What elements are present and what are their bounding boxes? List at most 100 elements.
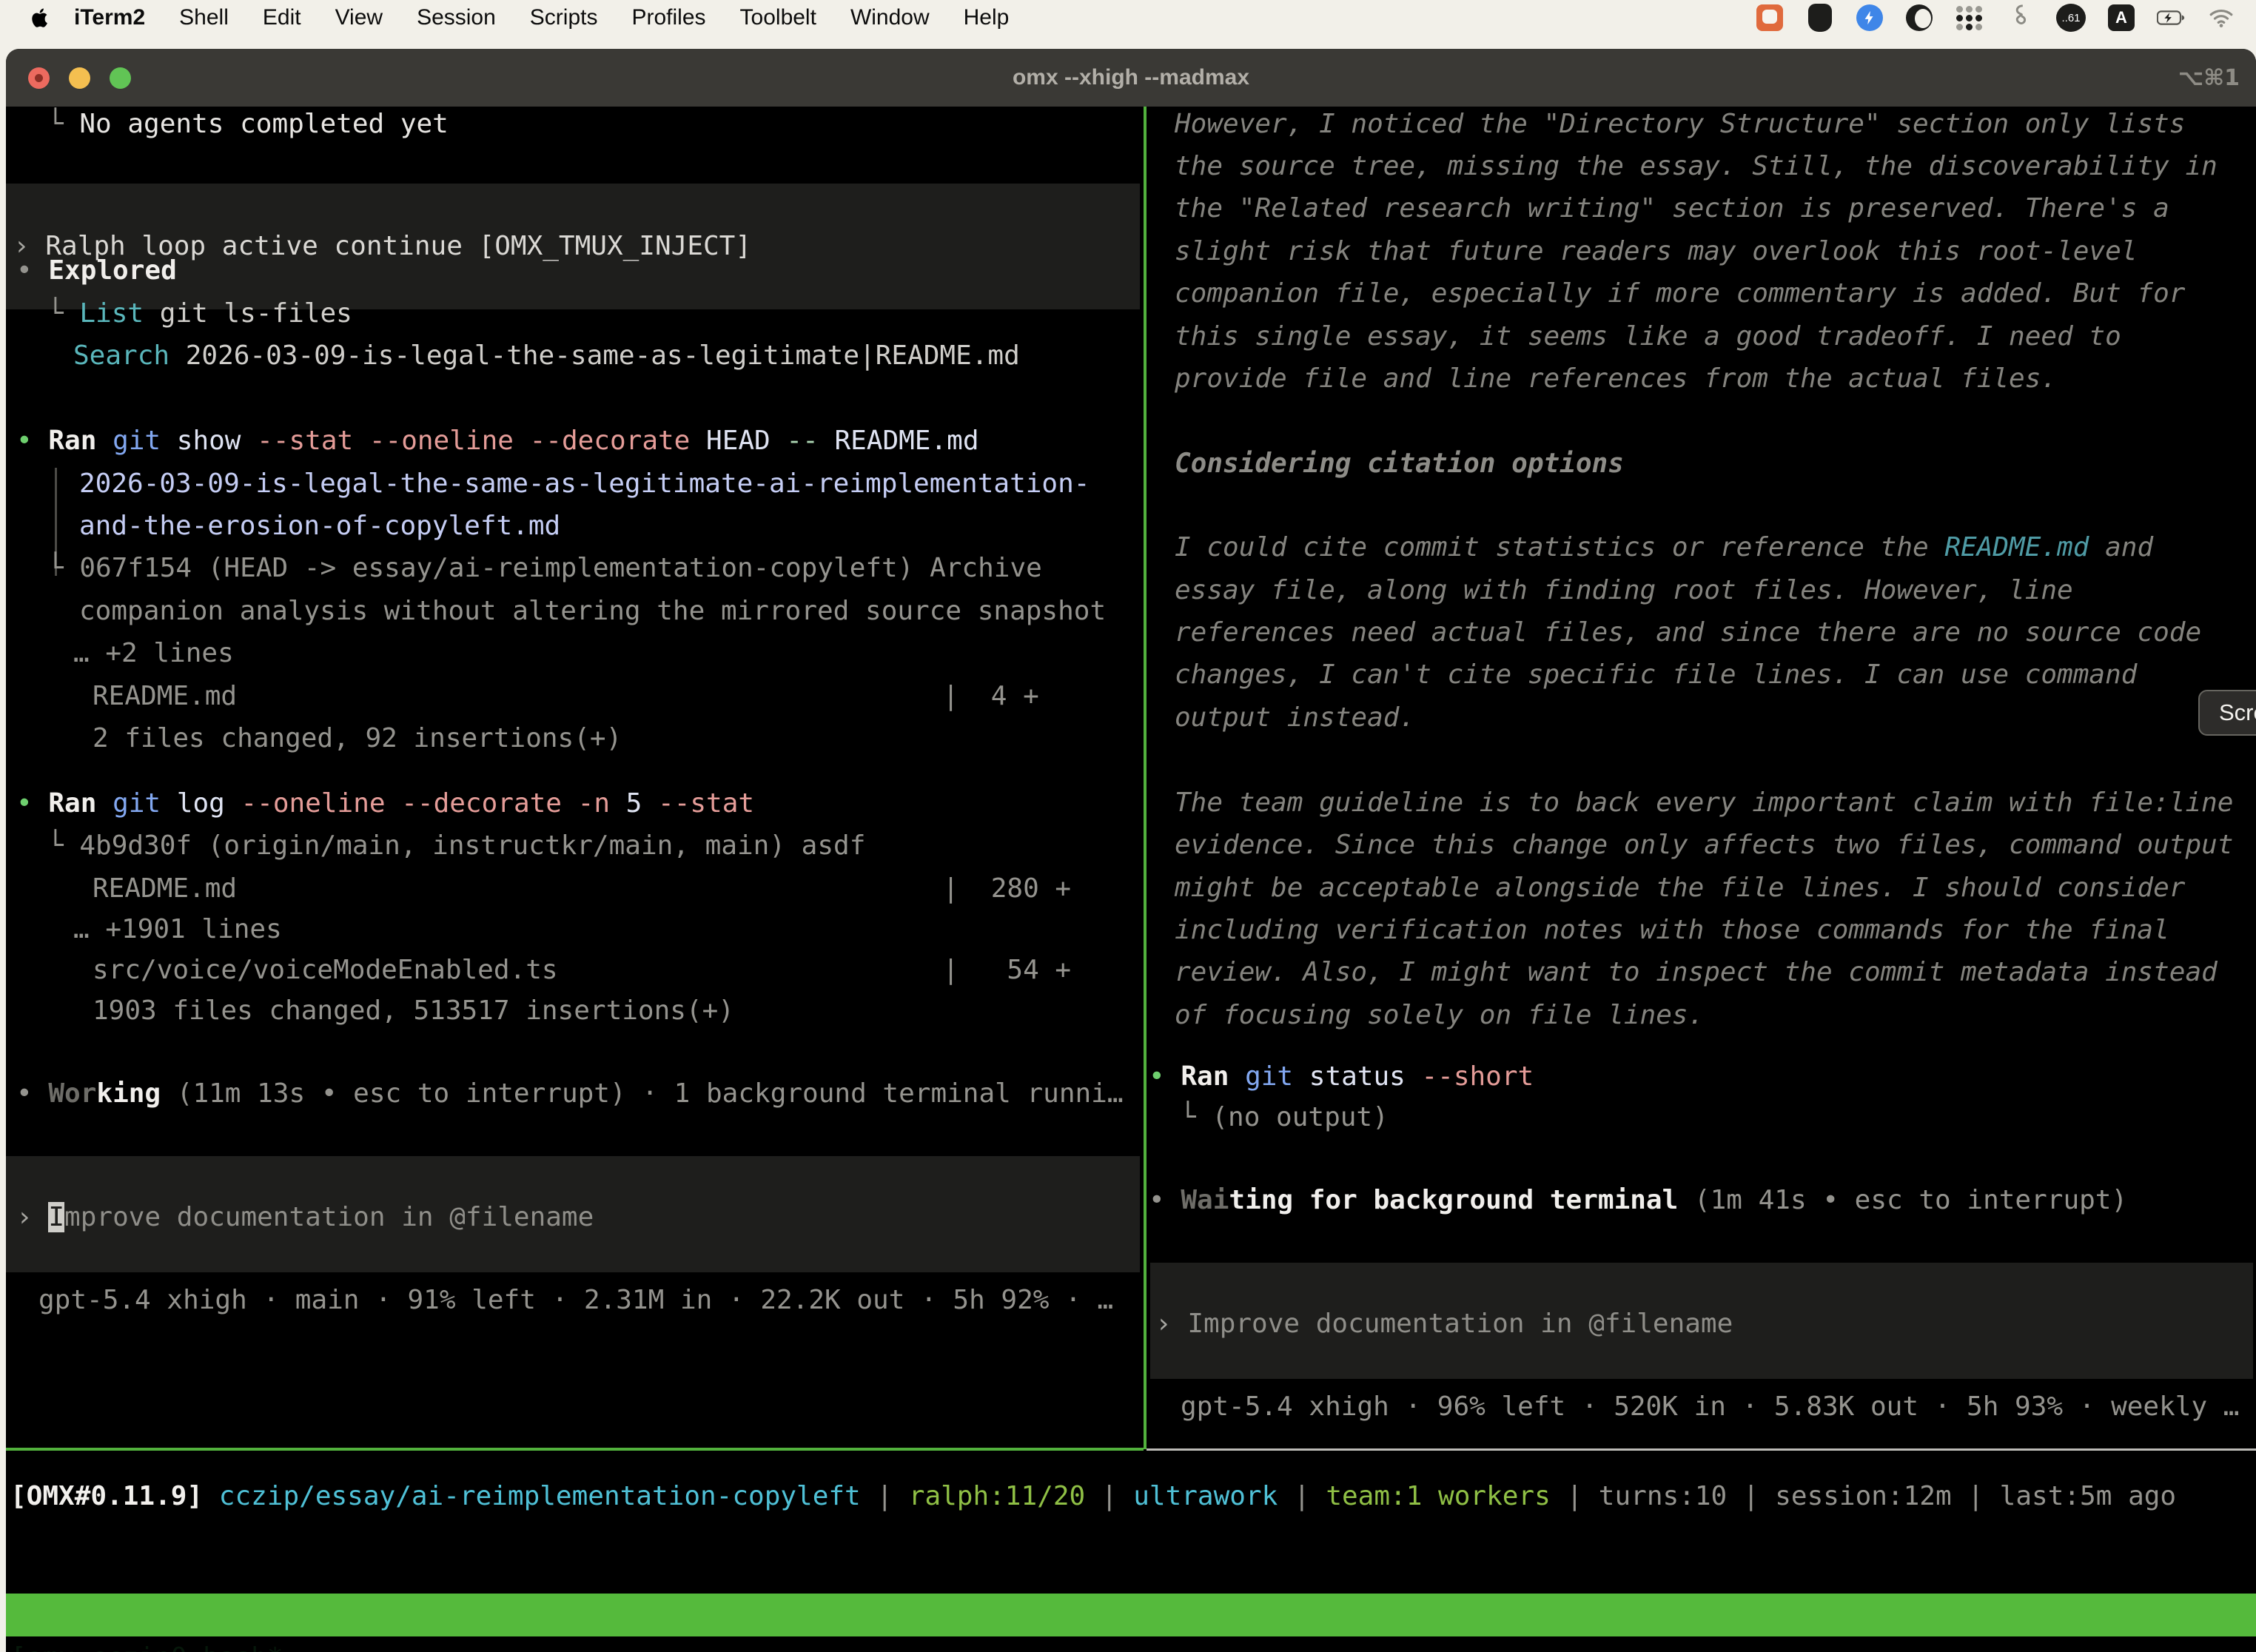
text-segment: └ — [47, 830, 79, 861]
text-segment: the source tree, missing the essay. Stil… — [1175, 151, 2218, 181]
menu-item-session[interactable]: Session — [400, 5, 513, 30]
text-segment: (11m 13s • esc to interrupt) · 1 backgro… — [161, 1078, 1123, 1109]
text-segment: 4b9d30f (origin/main, instructkr/main, m… — [79, 830, 865, 861]
keypad-shield-icon[interactable] — [1806, 4, 1834, 32]
thinking-heading: Considering citation options — [1175, 443, 1624, 486]
battery-icon[interactable] — [2157, 4, 2185, 32]
menu-item-edit[interactable]: Edit — [246, 5, 318, 30]
more-lines-note: … +2 lines — [73, 632, 234, 675]
pane-divider[interactable] — [1144, 107, 1147, 1449]
thinking-line: The team guideline is to back every impo… — [1175, 782, 2233, 825]
text-segment: turns:10 — [1599, 1481, 1727, 1511]
thinking-line: essay file, along with finding root file… — [1175, 569, 2073, 612]
text-segment: --oneline — [225, 788, 386, 819]
thinking-line: might be acceptable alongside the file l… — [1175, 867, 2185, 910]
screen-share-tooltip: Scre — [2198, 690, 2256, 736]
window-titlebar: omx --xhigh --madmax ⌥⌘1 — [6, 49, 2256, 107]
thinking-line: companion file, especially if more comme… — [1175, 272, 2185, 315]
text-segment: └ — [1180, 1102, 1212, 1132]
text-segment: • — [16, 426, 48, 456]
prompt-input-right-text[interactable]: › Improve documentation in @filename — [1155, 1303, 1733, 1346]
text-segment: gpt-5.4 xhigh · main · 91% left · 2.31M … — [38, 1285, 1113, 1315]
text-segment: | — [1085, 1481, 1133, 1511]
text-segment: status — [1293, 1061, 1406, 1092]
text-segment: | — [1551, 1481, 1599, 1511]
text-segment: references need actual files, and since … — [1175, 617, 2201, 648]
text-segment: output instead. — [1175, 702, 1415, 733]
text-segment: | — [1727, 1481, 1775, 1511]
keyboard-layout-icon[interactable]: A — [2108, 4, 2135, 31]
working-status-line: • Working (11m 13s • esc to interrupt) ·… — [16, 1072, 1144, 1115]
thinking-line: slight risk that future readers may over… — [1175, 230, 2137, 273]
menu-item-toolbelt[interactable]: Toolbelt — [723, 5, 833, 30]
text-segment: └ — [47, 553, 79, 583]
commit-line: └ 4b9d30f (origin/main, instructkr/main,… — [47, 825, 865, 867]
thinking-line: evidence. Since this change only affects… — [1175, 824, 2233, 867]
battery-percent-icon[interactable]: ..61 — [2056, 4, 2086, 32]
prompt-input-left-text[interactable]: › Improve documentation in @filename — [16, 1196, 594, 1239]
tmux-session-name: [omx-cczip0:bash* — [10, 1636, 283, 1652]
text-segment: Wai — [1181, 1185, 1229, 1215]
commit-msg-line: companion analysis without altering the … — [79, 590, 1106, 633]
text-segment: 5 — [610, 788, 642, 819]
iterm-window: omx --xhigh --madmax ⌥⌘1 └ No agents com… — [6, 49, 2256, 1652]
text-segment: git ls-files — [144, 298, 352, 329]
screen-recording-icon[interactable] — [1756, 4, 1784, 32]
text-segment: 067f154 (HEAD -> essay/ai-reimplementati… — [79, 553, 1041, 583]
text-segment: companion analysis without altering the … — [79, 596, 1106, 626]
menu-item-profiles[interactable]: Profiles — [614, 5, 722, 30]
menu-item-scripts[interactable]: Scripts — [513, 5, 615, 30]
text-segment: src/voice/voiceModeEnabled.ts | 54 + — [93, 955, 1071, 985]
apple-menu-icon[interactable] — [30, 3, 55, 33]
text-segment: the "Related research writing" section i… — [1175, 193, 2169, 224]
dots-grid-icon[interactable] — [1955, 4, 1984, 32]
text-segment: review. Also, I might want to inspect th… — [1175, 957, 2218, 987]
text-segment: and — [2089, 532, 2153, 563]
text-segment: -n — [562, 788, 610, 819]
text-segment: Ran — [1181, 1061, 1229, 1092]
menu-item-shell[interactable]: Shell — [162, 5, 246, 30]
text-segment: ralph:11/20 — [909, 1481, 1085, 1511]
diffstat-line: src/voice/voiceModeEnabled.ts | 54 + — [93, 949, 1071, 992]
menu-item-help[interactable]: Help — [947, 5, 1027, 30]
text-segment: • — [1149, 1185, 1181, 1215]
text-segment: Considering citation options — [1175, 449, 1624, 479]
diffstat-summary: 2 files changed, 92 insertions(+) — [93, 717, 622, 760]
text-segment: README.md — [1944, 532, 2089, 563]
text-segment: -- — [771, 426, 819, 456]
power-bolt-icon[interactable] — [1856, 4, 1883, 31]
text-segment: (1m 41s • esc to interrupt) — [1678, 1185, 2127, 1215]
wifi-icon[interactable] — [2207, 4, 2235, 32]
text-segment: evidence. Since this change only affects… — [1175, 830, 2233, 860]
thinking-line: the "Related research writing" section i… — [1175, 187, 2169, 230]
text-segment: changes, I can't cite specific file line… — [1175, 659, 2137, 690]
menu-item-view[interactable]: View — [318, 5, 400, 30]
text-segment: … +1901 lines — [73, 914, 282, 944]
text-segment: --oneline — [353, 426, 514, 456]
more-lines-note: … +1901 lines — [73, 908, 282, 951]
ran-git-status-line: • Ran git status --short — [1149, 1055, 1534, 1098]
text-segment: › — [1155, 1309, 1187, 1339]
text-segment: HEAD — [690, 426, 770, 456]
menu-item-app[interactable]: iTerm2 — [55, 5, 162, 30]
text-segment: • — [16, 788, 48, 819]
text-segment: Ran — [48, 788, 96, 819]
menu-item-window[interactable]: Window — [833, 5, 947, 30]
text-segment: of focusing solely on file lines. — [1175, 1000, 1704, 1030]
thinking-line: However, I noticed the "Directory Struct… — [1175, 103, 2185, 146]
commit-line: └ 067f154 (HEAD -> essay/ai-reimplementa… — [47, 547, 1042, 590]
text-segment: Wor — [48, 1078, 96, 1109]
text-segment: › — [16, 1202, 48, 1232]
thinking-line: I could cite commit statistics or refere… — [1175, 526, 2153, 569]
tmux-status-bar: [omx-cczip0:bash* "MacBook-Pro-44.local"… — [6, 1594, 2256, 1636]
model-meta-right: gpt-5.4 xhigh · 96% left · 520K in · 5.8… — [1181, 1386, 2256, 1428]
text-segment: The team guideline is to back every impo… — [1175, 788, 2233, 818]
text-segment: last:5m ago — [2000, 1481, 2176, 1511]
text-segment: king — [96, 1078, 161, 1109]
text-segment: └ — [47, 109, 79, 139]
explored-search-line: Search 2026-03-09-is-legal-the-same-as-l… — [73, 335, 1020, 377]
squiggle-icon[interactable] — [2006, 4, 2034, 32]
contrast-icon[interactable] — [1905, 4, 1933, 32]
text-segment: 2 files changed, 92 insertions(+) — [93, 723, 622, 753]
text-segment: session:12m — [1775, 1481, 1951, 1511]
